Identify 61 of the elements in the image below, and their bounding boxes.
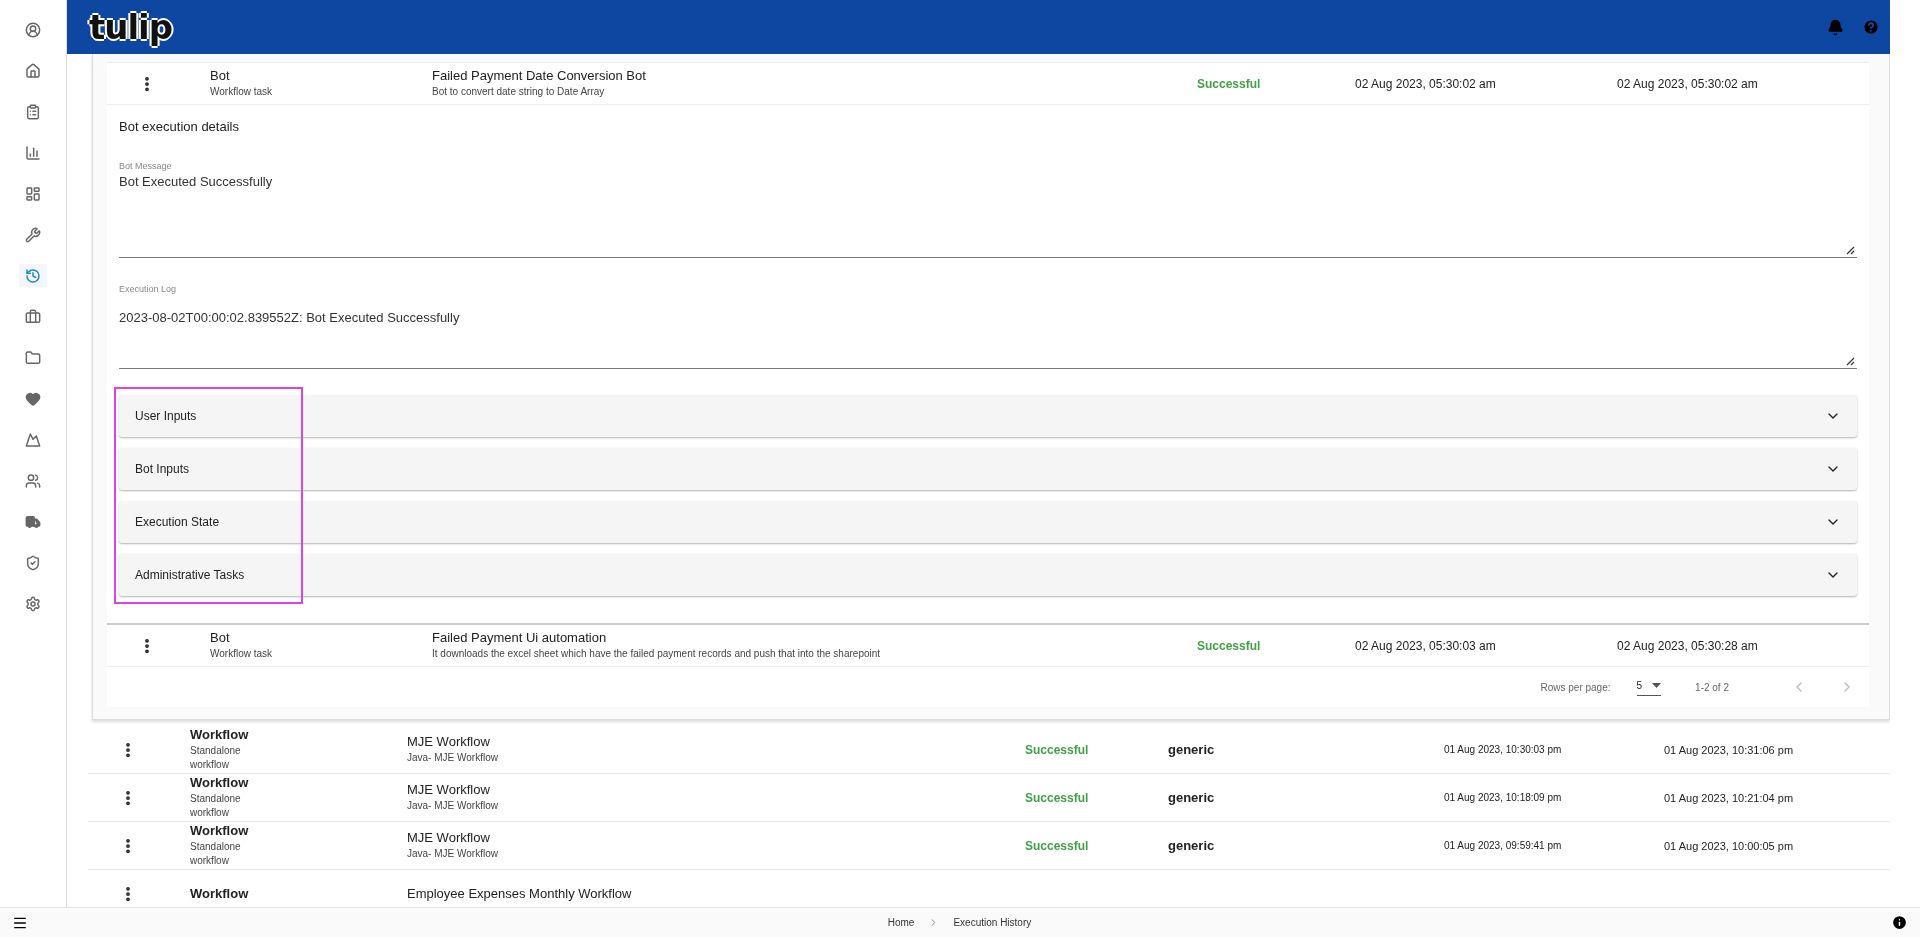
status-text: Successful <box>1197 76 1262 91</box>
status-text: Successful <box>1025 838 1090 853</box>
execution-subtype: Standalone workflow <box>190 791 242 820</box>
field-value: Bot Executed Successfully <box>119 174 274 189</box>
workflow-description: Java- MJE Workflow <box>407 846 499 861</box>
end-time: 02 Aug 2023, 05:30:28 am <box>1617 638 1759 653</box>
status-text: Successful <box>1025 790 1090 805</box>
status-text: Successful <box>1197 638 1262 653</box>
task-description: It downloads the excel sheet which have the failed payment records and push that into the sharepoint <box>432 646 882 661</box>
resize-handle-icon[interactable] <box>1846 357 1855 366</box>
field-label: Execution Log <box>119 284 178 294</box>
end-time: 02 Aug 2023, 05:30:02 am <box>1617 76 1759 91</box>
execution-type: Workflow <box>190 726 250 742</box>
status-text: Successful <box>1025 742 1090 757</box>
accordion-header[interactable]: Execution State <box>119 501 1857 543</box>
user-name: generic <box>1168 790 1216 805</box>
task-name: Failed Payment Ui automation <box>432 629 608 645</box>
workflow-name: Employee Expenses Monthly Workflow <box>407 886 633 901</box>
accordion-header[interactable]: Administrative Tasks <box>119 554 1857 596</box>
workflow-description: Java- MJE Workflow <box>407 750 499 765</box>
accordion-header[interactable]: Bot Inputs <box>119 448 1857 490</box>
field-value: 2023-08-02T00:00:02.839552Z: Bot Executed Successfully <box>119 310 461 325</box>
end-time: 01 Aug 2023, 10:00:05 pm <box>1664 839 1795 852</box>
info-icon[interactable] <box>1891 914 1908 931</box>
text-area-field[interactable]: Execution Log 2023-08-02T00:00:02.839552Z: Bot Executed Successfully <box>119 284 1857 369</box>
rows-per-page-label: Rows per page: <box>1540 681 1611 693</box>
text-area-field[interactable]: Bot Message Bot Executed Successfully <box>119 161 1857 258</box>
accordion-header[interactable]: User Inputs <box>119 395 1857 437</box>
workflow-name: MJE Workflow <box>407 829 491 845</box>
page-range: 1-2 of 2 <box>1695 681 1729 693</box>
task-subtype: Workflow task <box>210 646 274 661</box>
execution-type: Workflow <box>190 774 250 790</box>
history-icon[interactable] <box>19 264 47 287</box>
start-time: 01 Aug 2023, 10:18:09 pm <box>1444 792 1563 803</box>
start-time: 02 Aug 2023, 05:30:03 am <box>1355 638 1497 653</box>
user-name: generic <box>1168 742 1216 757</box>
field-label: Bot Message <box>119 161 173 171</box>
execution-type: Workflow <box>190 822 250 838</box>
details-title: Bot execution details <box>119 119 240 134</box>
task-name: Failed Payment Date Conversion Bot <box>432 67 647 83</box>
start-time: 02 Aug 2023, 05:30:02 am <box>1355 76 1497 91</box>
end-time: 01 Aug 2023, 10:31:06 pm <box>1664 743 1795 756</box>
execution-subtype: Standalone workflow <box>190 743 242 772</box>
user-name: generic <box>1168 838 1216 853</box>
breadcrumb-link[interactable]: Execution History <box>953 917 1032 928</box>
caret-down-icon <box>1652 683 1662 688</box>
task-type: Bot <box>210 67 231 83</box>
task-type: Bot <box>210 629 231 645</box>
workflow-description: Java- MJE Workflow <box>407 798 499 813</box>
workflow-name: MJE Workflow <box>407 781 491 797</box>
start-time: 01 Aug 2023, 10:30:03 pm <box>1444 744 1563 755</box>
end-time: 01 Aug 2023, 10:21:04 pm <box>1664 791 1795 804</box>
task-subtype: Workflow task <box>210 84 274 99</box>
workflow-name: MJE Workflow <box>407 733 491 749</box>
rows-per-page-select[interactable]: 5 <box>1636 678 1662 696</box>
execution-subtype: Standalone workflow <box>190 839 242 868</box>
resize-handle-icon[interactable] <box>1846 246 1855 255</box>
task-description: Bot to convert date string to Date Array <box>432 84 606 99</box>
execution-type: Workflow <box>190 886 250 901</box>
start-time: 01 Aug 2023, 09:59:41 pm <box>1444 840 1563 851</box>
breadcrumb-link[interactable]: Home <box>887 917 915 928</box>
